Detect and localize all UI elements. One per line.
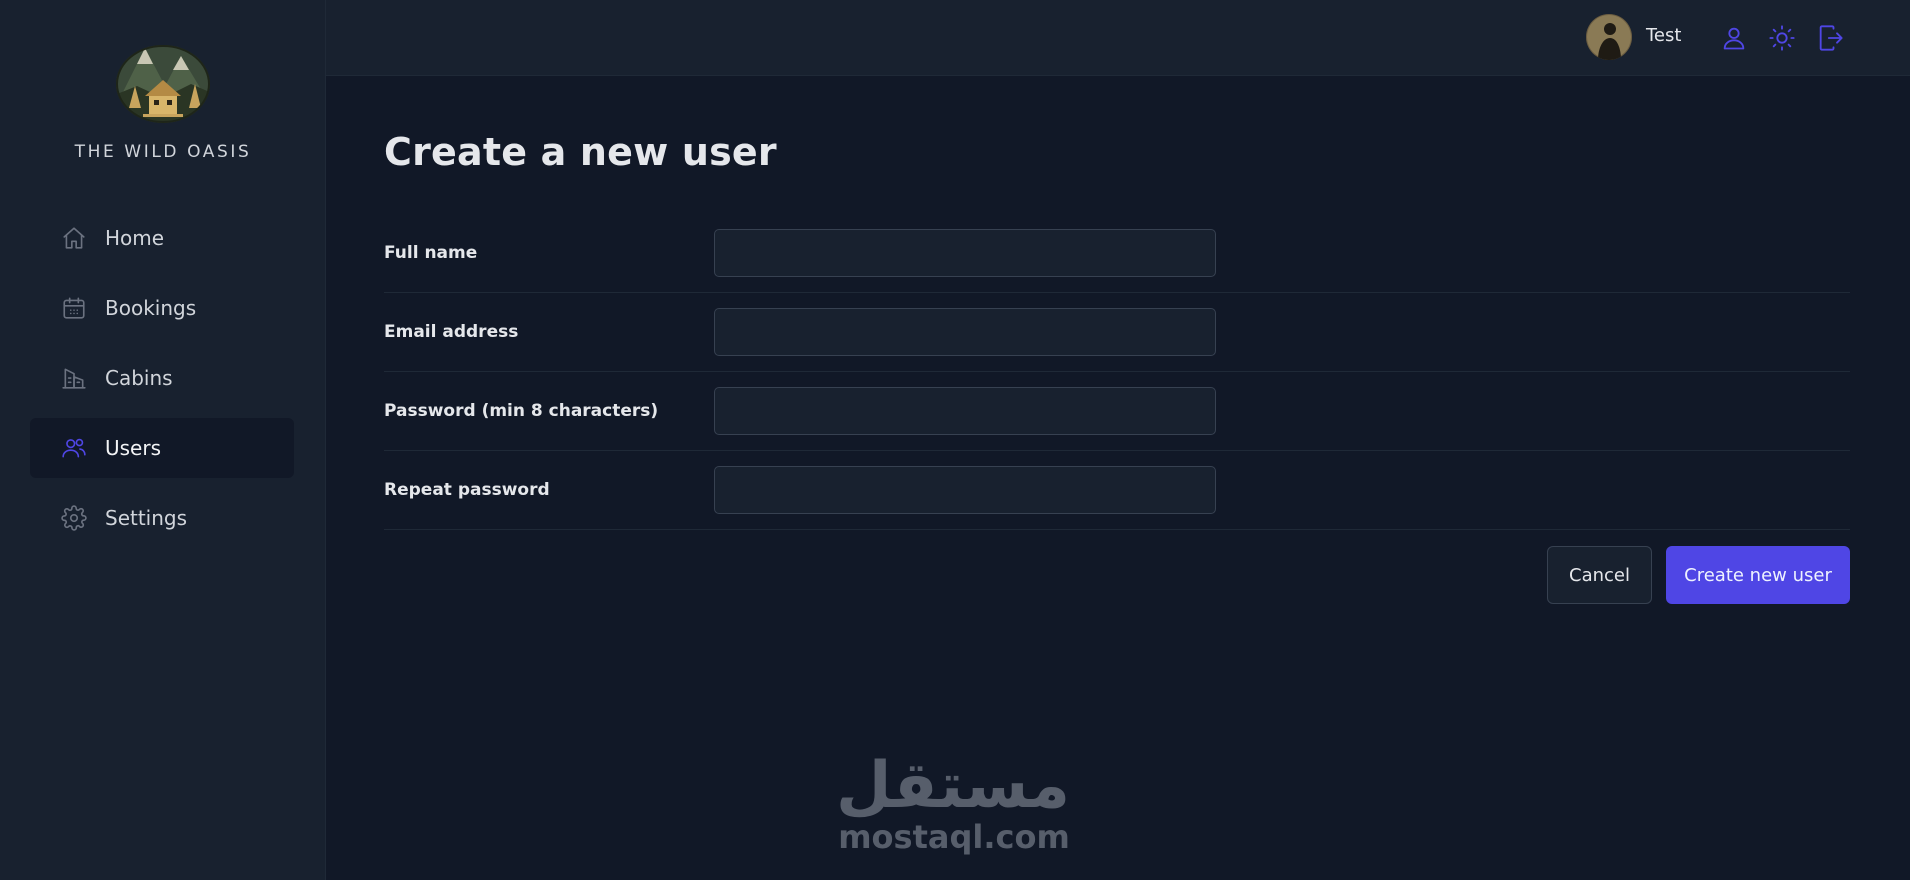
sidebar-item-label: Bookings [105,296,197,320]
sidebar-item-users[interactable]: Users [30,418,294,478]
email-field[interactable] [714,308,1216,356]
logo-image [116,45,210,123]
avatar [1586,14,1632,60]
sidebar-item-bookings[interactable]: Bookings [30,278,294,338]
cancel-button[interactable]: Cancel [1547,546,1652,604]
page-title: Create a new user [384,130,777,174]
sidebar-item-label: Cabins [105,366,173,390]
form-row-full-name: Full name [384,214,1850,293]
header: Test [326,0,1910,76]
sidebar: THE WILD OASIS Home Bookings Cabins User… [0,0,326,880]
password-field[interactable] [714,387,1216,435]
users-icon [62,438,86,458]
sidebar-item-label: Home [105,226,165,250]
sidebar-item-label: Users [105,436,162,460]
form-row-email: Email address [384,293,1850,372]
calendar-icon [63,297,85,319]
full-name-label: Full name [384,243,478,263]
home-icon [63,227,85,249]
watermark: مستقل mostaql.com [835,748,1070,856]
gear-icon [61,505,87,531]
app: THE WILD OASIS Home Bookings Cabins User… [0,0,1910,880]
repeat-password-field[interactable] [714,466,1216,514]
sidebar-item-label: Settings [105,506,188,530]
email-label: Email address [384,322,519,342]
building-icon [62,368,86,389]
create-user-form: Full name Email address Password (min 8 … [384,214,1850,604]
sidebar-item-cabins[interactable]: Cabins [30,348,294,408]
main-content: Create a new user Full name Email addres… [326,76,1910,880]
sidebar-nav: Home Bookings Cabins Users Settings [30,208,294,558]
brand-name: THE WILD OASIS [74,142,252,162]
sidebar-item-settings[interactable]: Settings [30,488,294,548]
form-row-repeat-password: Repeat password [384,451,1850,530]
watermark-arabic: مستقل [835,749,1070,823]
repeat-password-label: Repeat password [384,480,550,500]
logo: THE WILD OASIS [0,34,326,162]
watermark-latin: mostaql.com [838,818,1070,856]
user-name: Test [1646,25,1682,46]
sidebar-item-home[interactable]: Home [30,208,294,268]
logout-icon[interactable] [1816,24,1844,52]
avatar-image [1586,14,1632,60]
full-name-field[interactable] [714,229,1216,277]
form-row-password: Password (min 8 characters) [384,372,1850,451]
create-user-button[interactable]: Create new user [1666,546,1850,604]
form-actions: Cancel Create new user [384,546,1850,604]
sun-icon[interactable] [1768,24,1796,52]
password-label: Password (min 8 characters) [384,401,659,421]
user-icon[interactable] [1720,24,1748,52]
